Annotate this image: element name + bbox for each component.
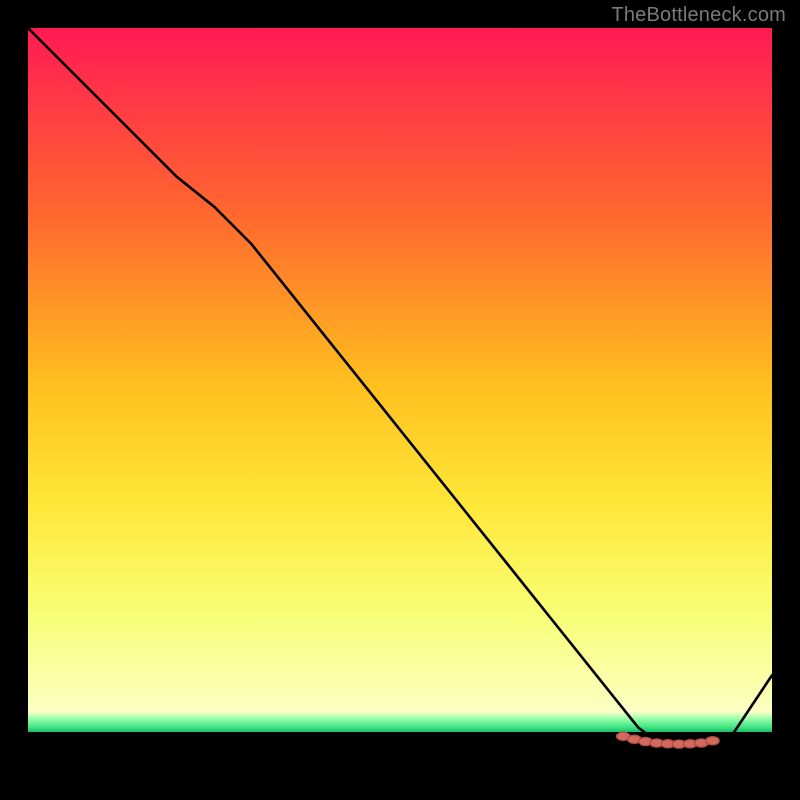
optimal-dot — [706, 737, 719, 745]
chart-stage: TheBottleneck.com — [0, 0, 800, 800]
watermark-text: TheBottleneck.com — [611, 4, 786, 27]
optimal-dots — [28, 28, 772, 772]
plot-area — [28, 28, 772, 772]
